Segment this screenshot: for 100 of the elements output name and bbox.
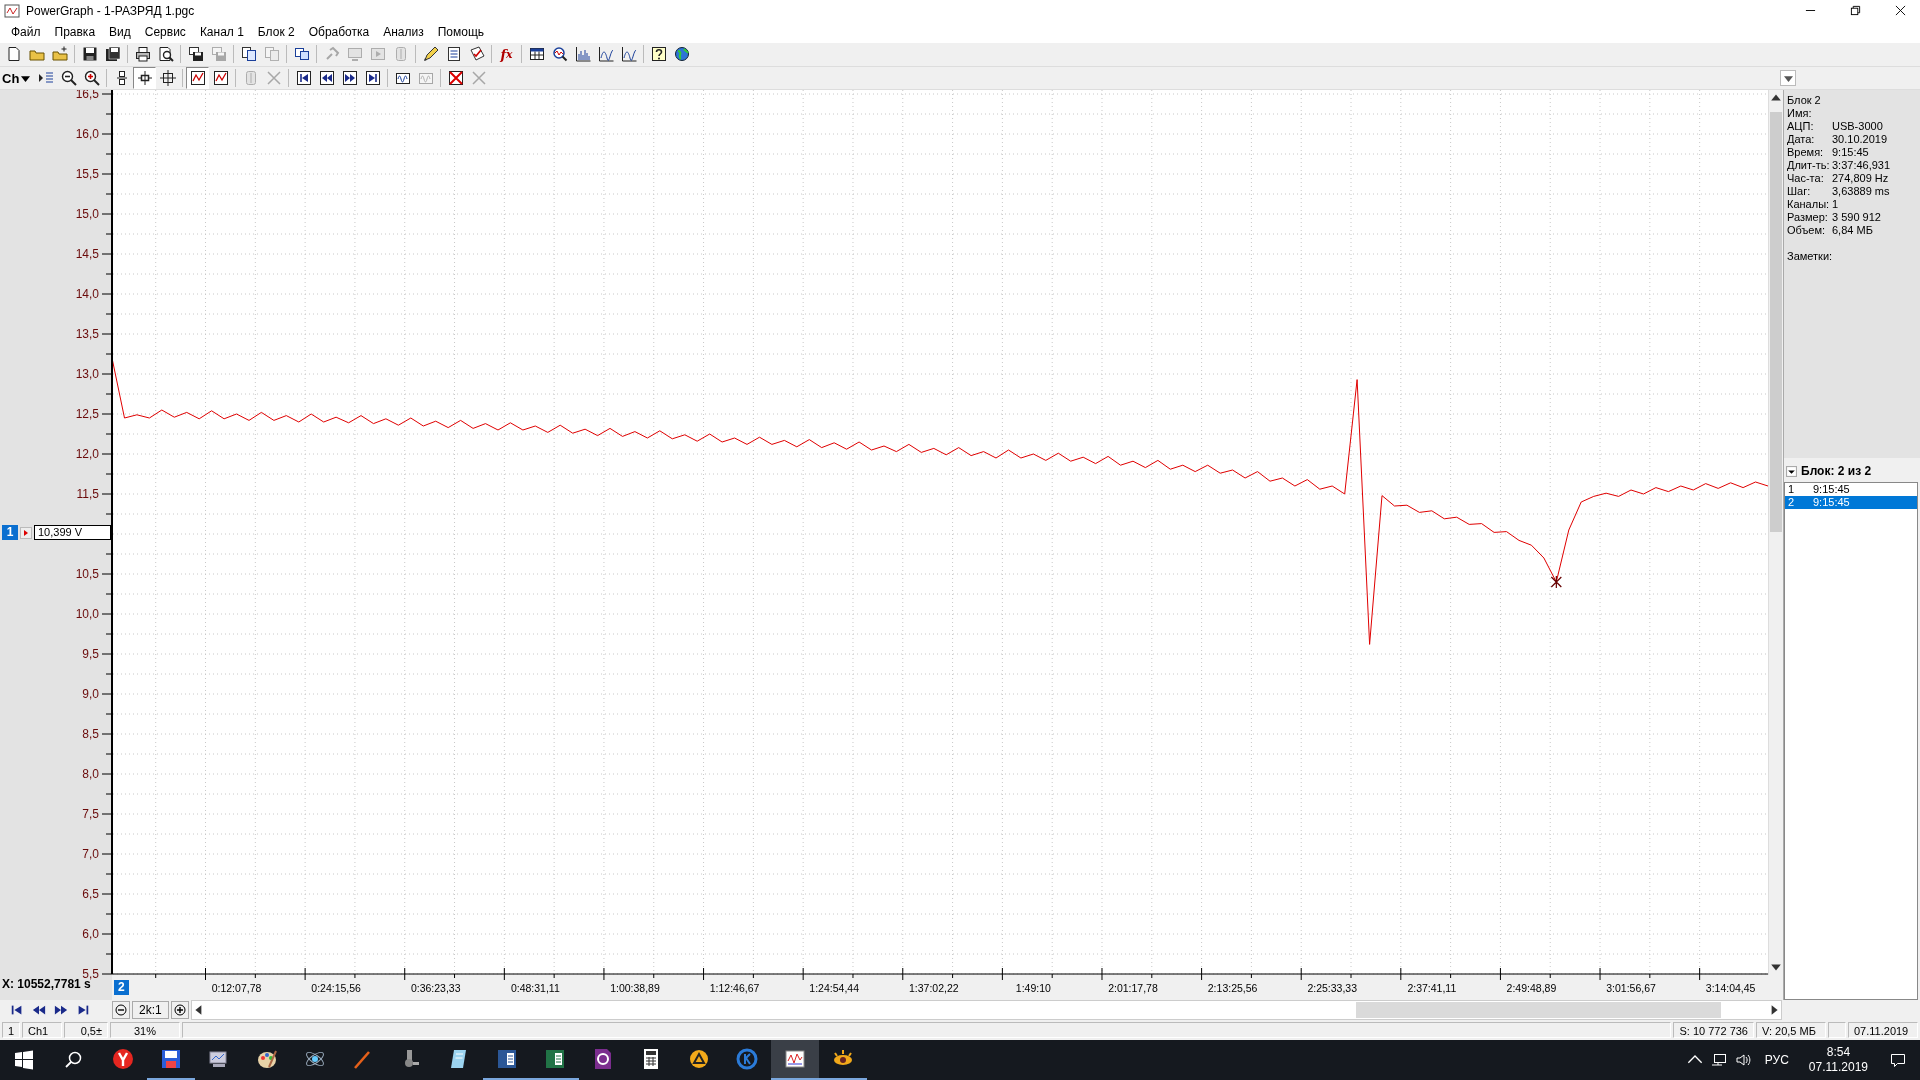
next-icon (341, 70, 358, 87)
info-value: 6,84 МБ (1832, 224, 1873, 238)
block-item[interactable]: 1 9:15:45 (1785, 483, 1917, 497)
menu-item[interactable]: Помощь (430, 25, 492, 40)
close-x-icon (470, 70, 487, 87)
caret-icon[interactable] (1786, 465, 1797, 477)
block-item[interactable]: 2 9:15:45 (1785, 496, 1917, 510)
x-tick-label: 2:25:33,33 (1307, 982, 1358, 995)
play-icon[interactable] (20, 526, 32, 539)
info-value: 3:37:46,931 (1832, 159, 1891, 173)
x-tick-label: 0:24:15,56 (311, 982, 361, 995)
info-label: Каналы: (1787, 198, 1831, 212)
zoom-in-button[interactable] (170, 1001, 189, 1020)
play-icon (369, 46, 386, 63)
delete-icon (447, 70, 464, 87)
fit-icon (136, 70, 153, 87)
menu-item[interactable]: Вид (102, 25, 138, 40)
toolbar-button[interactable] (133, 67, 157, 90)
help-icon (650, 46, 667, 63)
ring-icon (735, 1047, 759, 1071)
info-label: Объем: (1787, 224, 1827, 238)
menu-item[interactable]: Обработка (301, 25, 377, 40)
y-tick-label: 12,0 (75, 447, 99, 462)
pencil-icon (422, 46, 439, 63)
spreadsheet-app-icon (543, 1047, 567, 1071)
caret-icon (21, 73, 31, 83)
x-tick-label: 0:36:23,33 (410, 982, 461, 995)
menu-item[interactable]: Сервис (137, 25, 193, 40)
y-tick-label: 10,5 (75, 567, 99, 582)
menu-item[interactable]: Канал 1 (192, 25, 251, 40)
y-tick-label: 16,5 (75, 90, 99, 102)
vertical-scrollbar[interactable] (1768, 90, 1783, 976)
x-tick-label: 1:24:54,44 (809, 982, 859, 995)
cursor-value: 10,399 V (34, 525, 111, 541)
menu-item[interactable]: Правка (47, 25, 103, 40)
x-tick-label: 2:01:17,78 (1108, 982, 1158, 995)
x-tick-label: 0:12:07,78 (211, 982, 262, 995)
caret-icon (1783, 73, 1793, 83)
info-value: 274,809 Hz (1832, 172, 1889, 186)
info-value: 3,63889 ms (1832, 185, 1890, 199)
zoom-in-icon (83, 70, 100, 87)
folder-plus-icon (51, 46, 68, 63)
floppies-icon (104, 46, 121, 63)
network-icon[interactable] (1710, 1052, 1727, 1068)
menu-item[interactable]: Анализ (376, 25, 431, 40)
crosshair-icon (159, 70, 176, 87)
info-value: 9:15:45 (1832, 146, 1869, 160)
last-icon (364, 70, 381, 87)
restore-icon[interactable] (1850, 5, 1861, 17)
close-icon[interactable] (1895, 5, 1906, 17)
x-tick-label: 1:49:10 (1015, 982, 1051, 995)
y-tick-label: 11,5 (76, 487, 99, 502)
y-tick-label: 16,0 (75, 127, 99, 142)
block-count: Блок: 2 из 2 (1801, 464, 1872, 479)
volume-icon[interactable] (1734, 1052, 1751, 1068)
cursor-marker[interactable] (1550, 575, 1562, 589)
status-field: 07.11.2019 (1848, 1022, 1918, 1039)
clock[interactable]: 8:54 07.11.2019 (1808, 1045, 1868, 1075)
info-value: 3 590 912 (1832, 211, 1881, 225)
channel-dropdown[interactable]: Ch (2, 68, 35, 89)
y-tick-label: 6,5 (82, 887, 99, 902)
horizontal-scrollbar[interactable] (190, 1000, 1782, 1021)
info-label: Дата: (1787, 133, 1816, 147)
x-tick-label: 1:00:38,89 (610, 982, 660, 995)
info-label: Время: (1787, 146, 1825, 160)
line-chart-icon (620, 46, 637, 63)
info-heading: Блок 2 (1787, 94, 1822, 108)
menu-item[interactable]: Блок 2 (250, 25, 302, 40)
y-tick-label: 9,5 (82, 647, 99, 662)
y-tick-label: 7,5 (82, 807, 99, 822)
y-tick-label: 13,5 (75, 327, 99, 342)
y-tick-label: 12,5 (75, 407, 99, 422)
info-label: Шаг: (1787, 185, 1812, 199)
start-icon[interactable] (14, 1050, 34, 1070)
floppy-icon (81, 46, 98, 63)
zoom-ratio-button[interactable]: 2k:1 (132, 1001, 169, 1020)
notification-icon[interactable] (1890, 1052, 1906, 1068)
plus-icon (173, 1004, 186, 1017)
chart-icon (212, 70, 229, 87)
y-tick-label: 15,0 (75, 207, 99, 222)
info-value: USB-3000 (1832, 120, 1883, 134)
channel-number[interactable]: 1 (2, 525, 18, 541)
toolbar-button[interactable] (186, 67, 210, 90)
menu-item[interactable]: Файл (4, 25, 48, 40)
y-tick-label: 6,0 (82, 927, 99, 942)
x-tick-label: 3:14:04,45 (1705, 982, 1756, 995)
x-tick-label: 2:37:41,11 (1407, 982, 1457, 995)
panel-dropdown[interactable] (1780, 70, 1796, 87)
language-indicator[interactable]: РУС (1764, 1053, 1789, 1067)
taskbar-app[interactable] (771, 1040, 819, 1080)
x-tick-label: 0:48:31,11 (510, 982, 560, 995)
status-field: S: 10 772 736 (1673, 1022, 1754, 1039)
info-label: Час-та: (1787, 172, 1825, 186)
zoom-out-button[interactable] (112, 1001, 130, 1020)
y-tick-label: 14,0 (75, 287, 99, 302)
search-icon[interactable] (64, 1050, 84, 1070)
y-tick-label: 13,0 (75, 367, 99, 382)
status-field: 31% (110, 1022, 180, 1039)
prev-icon (318, 70, 335, 87)
y-tick-label: 15,5 (75, 167, 99, 182)
